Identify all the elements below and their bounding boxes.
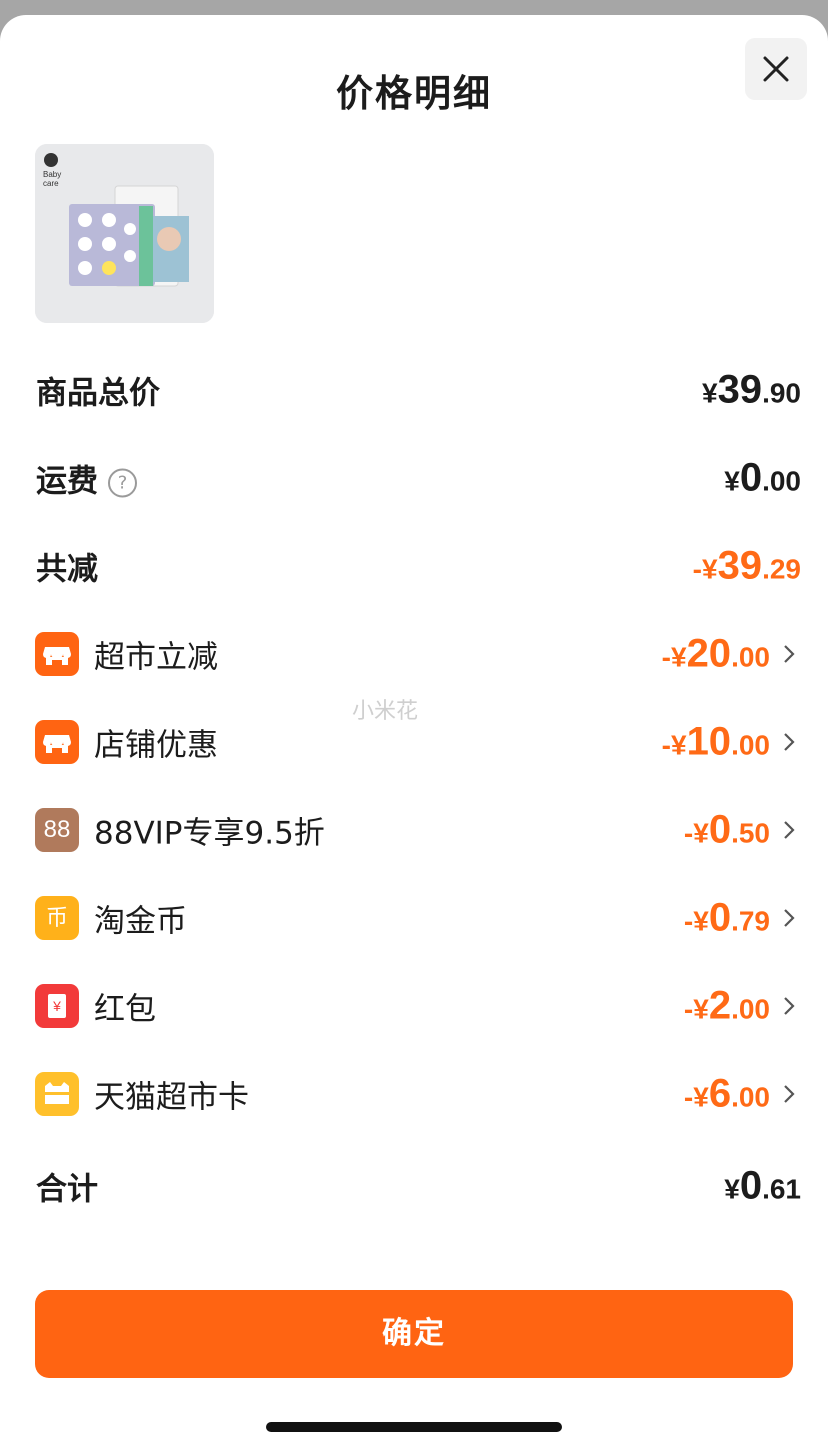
page-title: 价格明细 — [336, 72, 492, 115]
brand-text-baby: Baby — [43, 170, 61, 179]
discount-row-supermarket[interactable]: 超市立减 -¥20.00 — [0, 624, 828, 684]
home-indicator — [266, 1422, 562, 1432]
total-discount-amount: -¥39.29 — [692, 543, 801, 588]
price-detail-sheet: 价格明细 Baby care 商品总价 ¥39.90 运费 ? ¥0.00 共减… — [0, 15, 828, 1450]
watermark-text: 小米花 — [352, 699, 419, 724]
brand-text-care: care — [43, 179, 59, 188]
product-image: Baby care — [35, 144, 214, 323]
row-shipping: 运费? ¥0.00 — [0, 448, 828, 508]
chevron-right-icon — [784, 645, 795, 663]
discount-amount-supermarket: -¥20.00 — [661, 631, 770, 676]
chevron-right-icon — [784, 1085, 795, 1103]
chevron-right-icon — [784, 997, 795, 1015]
discount-label-store: 店铺优惠 — [94, 727, 218, 764]
vip88-icon-text: 88 — [43, 816, 71, 843]
discount-row-red-envelope[interactable]: ¥ 红包 -¥2.00 — [0, 976, 828, 1036]
grand-total-label: 合计 — [36, 1171, 98, 1208]
discount-label-tmall-card: 天猫超市卡 — [94, 1079, 249, 1116]
question-circle-icon[interactable]: ? — [108, 468, 137, 498]
confirm-button[interactable]: 确定 — [35, 1290, 793, 1378]
supermarket-shop-icon — [35, 632, 79, 676]
grand-total-amount: ¥0.61 — [724, 1163, 801, 1208]
row-total-discount: 共减 -¥39.29 — [0, 536, 828, 596]
row-total-goods: 商品总价 ¥39.90 — [0, 360, 828, 420]
product-thumbnail: Baby care — [35, 144, 214, 323]
row-grand-total: 合计 ¥0.61 — [0, 1156, 828, 1216]
close-button[interactable] — [745, 38, 807, 100]
taojinbi-coin-icon: 币 — [35, 896, 79, 940]
chevron-right-icon — [784, 733, 795, 751]
discount-amount-taojinbi: -¥0.79 — [683, 895, 770, 940]
coin-icon-text: 币 — [45, 905, 68, 930]
close-icon — [763, 56, 789, 82]
shipping-label: 运费? — [36, 456, 137, 501]
discount-label-supermarket: 超市立减 — [94, 639, 218, 676]
discount-label-taojinbi: 淘金币 — [94, 903, 187, 940]
total-goods-label: 商品总价 — [36, 375, 160, 412]
tmall-card-icon — [35, 1072, 79, 1116]
discount-amount-88vip: -¥0.50 — [683, 807, 770, 852]
vip88-icon: 88 — [35, 808, 79, 852]
store-shop-icon — [35, 720, 79, 764]
discount-label-88vip: 88VIP专享9.5折 — [94, 815, 325, 852]
chevron-right-icon — [784, 909, 795, 927]
discount-amount-tmall-card: -¥6.00 — [683, 1071, 770, 1116]
chevron-right-icon — [784, 821, 795, 839]
total-goods-amount: ¥39.90 — [701, 367, 801, 412]
red-envelope-icon-text: ¥ — [53, 998, 61, 1014]
discount-amount-red-envelope: -¥2.00 — [683, 983, 770, 1028]
total-discount-label: 共减 — [36, 551, 98, 588]
discount-row-88vip[interactable]: 88 88VIP专享9.5折 -¥0.50 — [0, 800, 828, 860]
shipping-amount: ¥0.00 — [724, 455, 801, 500]
red-envelope-icon: ¥ — [35, 984, 79, 1028]
discount-row-tmall-card[interactable]: 天猫超市卡 -¥6.00 — [0, 1064, 828, 1124]
discount-label-red-envelope: 红包 — [94, 991, 156, 1028]
discount-row-taojinbi[interactable]: 币 淘金币 -¥0.79 — [0, 888, 828, 948]
discount-amount-store: -¥10.00 — [661, 719, 770, 764]
